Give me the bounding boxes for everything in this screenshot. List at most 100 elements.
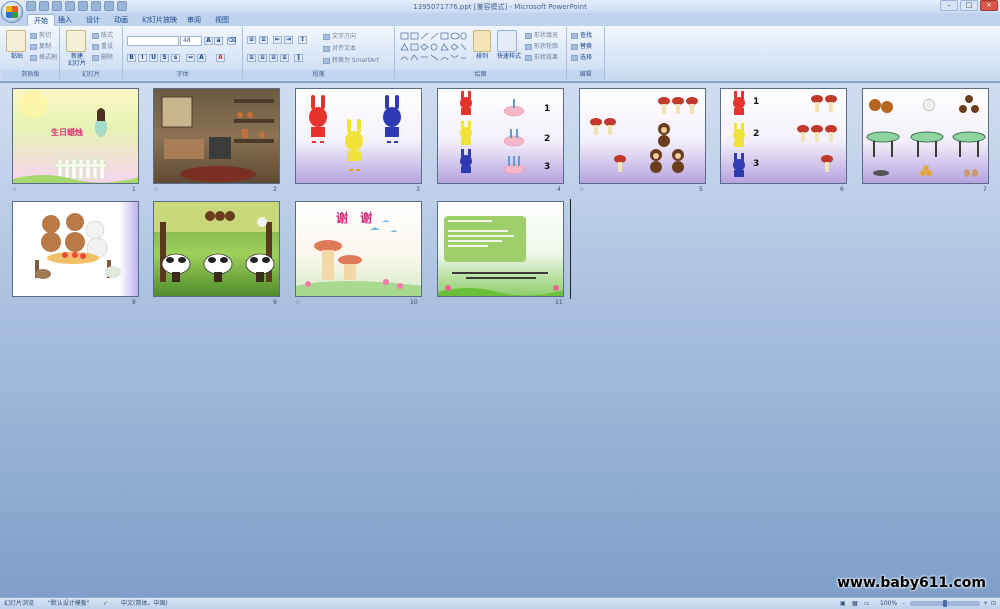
select-button[interactable]: 选择 [571, 52, 592, 61]
line-spacing-icon[interactable]: ↕ [298, 36, 307, 44]
slide-thumbnail-5[interactable] [579, 88, 706, 184]
status-bar: 幻灯片浏览 "默认设计模板" ✓ 中文(简体，中国) ▣ ▦ ▭ 100% – … [0, 597, 1000, 609]
slide-4-label-1: 1 [544, 104, 551, 114]
zoom-slider[interactable] [910, 600, 980, 607]
slide-thumbnail-6[interactable]: 1 2 3 [720, 88, 847, 184]
tab-animations[interactable]: 动画 [108, 14, 134, 26]
slide-thumbnail-9[interactable] [153, 201, 280, 297]
layout-button[interactable]: 版式 [92, 30, 113, 39]
close-button[interactable]: × [980, 0, 998, 11]
underline-icon[interactable]: U [149, 54, 158, 62]
strikethrough-icon[interactable]: S [160, 54, 169, 62]
align-text-button[interactable]: 对齐文本 [323, 43, 356, 52]
quick-styles-button[interactable]: 快速样式 [492, 53, 526, 60]
paste-button[interactable]: 粘贴 [5, 53, 29, 60]
tab-review[interactable]: 审阅 [181, 14, 207, 26]
convert-smartart-button[interactable]: 转换为 SmartArt [323, 55, 379, 64]
shapes-gallery[interactable] [399, 31, 467, 65]
slide-thumbnail-3[interactable] [295, 88, 422, 184]
slides-group: 新建 幻灯片 版式 重设 删除 幻灯片 [60, 27, 123, 80]
zoom-slider-knob[interactable] [943, 600, 947, 607]
grow-font-icon[interactable]: A [204, 37, 213, 45]
tab-home[interactable]: 开始 [27, 14, 55, 26]
transition-icon[interactable]: ☆ [295, 299, 300, 306]
bullets-icon[interactable]: ≡ [247, 36, 256, 44]
increase-indent-icon[interactable]: ⇥ [284, 36, 293, 44]
arrange-icon[interactable] [473, 30, 491, 52]
align-right-icon[interactable]: ≡ [269, 54, 278, 62]
text-direction-button[interactable]: 文字方向 [323, 31, 356, 40]
shape-outline-button[interactable]: 形状轮廓 [525, 41, 558, 50]
title-bar: 1395071776.ppt [兼容模式] - Microsoft PowerP… [0, 0, 1000, 13]
slide-number: 4 [557, 186, 561, 193]
slide-1-title: 生日蜡烛 [51, 128, 83, 137]
tab-design[interactable]: 设计 [80, 14, 106, 26]
new-slide-button[interactable]: 新建 幻灯片 [62, 53, 92, 67]
transition-icon[interactable]: ☆ [153, 186, 158, 193]
align-center-icon[interactable]: ≡ [258, 54, 267, 62]
shrink-font-icon[interactable]: a [214, 37, 223, 45]
slide-thumbnail-8[interactable] [12, 201, 139, 297]
columns-icon[interactable]: ‖ [294, 54, 303, 62]
font-color-icon[interactable]: A [216, 54, 225, 62]
tab-slideshow[interactable]: 幻灯片放映 [136, 14, 183, 26]
tab-view[interactable]: 视图 [209, 14, 235, 26]
change-case-icon[interactable]: A [197, 54, 206, 62]
slide-sorter: 生日蜡烛 ☆ 1 ☆ 2 3 1 2 3 4 ☆ 5 1 2 3 6 7 8 9… [0, 83, 1000, 597]
clear-format-icon[interactable]: ⌫ [227, 37, 236, 45]
replace-button[interactable]: 替换 [571, 41, 592, 50]
reset-button[interactable]: 重设 [92, 41, 113, 50]
slide-thumbnail-1[interactable]: 生日蜡烛 [12, 88, 139, 184]
status-language[interactable]: 中文(简体，中国) [121, 598, 168, 609]
font-size-combo[interactable]: 48 [180, 36, 202, 46]
copy-button[interactable]: 复制 [30, 41, 51, 50]
shadow-icon[interactable]: s [171, 54, 180, 62]
delete-button[interactable]: 删除 [92, 52, 113, 61]
office-button[interactable] [1, 1, 23, 23]
slide-thumbnail-7[interactable] [862, 88, 989, 184]
slide-sorter-view-icon[interactable]: ▦ [852, 598, 858, 609]
zoom-percent[interactable]: 100% [880, 598, 897, 609]
decrease-indent-icon[interactable]: ⇤ [273, 36, 282, 44]
maximize-button[interactable]: □ [960, 0, 978, 11]
zoom-out-icon[interactable]: – [902, 598, 905, 609]
drawing-group-label: 绘图 [395, 70, 566, 80]
slide-number: 10 [410, 299, 418, 306]
spellcheck-icon[interactable]: ✓ [103, 598, 108, 609]
justify-icon[interactable]: ≡ [280, 54, 289, 62]
slide-2-art [161, 96, 274, 182]
shape-fill-button[interactable]: 形状填充 [525, 30, 558, 39]
italic-icon[interactable]: I [138, 54, 147, 62]
slideshow-view-icon[interactable]: ▭ [864, 598, 870, 609]
binoculars-icon [571, 32, 578, 39]
bold-icon[interactable]: B [127, 54, 136, 62]
quick-styles-icon[interactable] [497, 30, 517, 52]
new-slide-icon[interactable] [66, 30, 86, 52]
font-name-combo[interactable] [127, 36, 179, 46]
paste-icon[interactable] [6, 30, 26, 52]
cut-button[interactable]: 剪切 [30, 30, 51, 39]
status-theme[interactable]: "默认设计模板" [48, 598, 90, 609]
slide-number: 8 [132, 299, 136, 306]
normal-view-icon[interactable]: ▣ [840, 598, 846, 609]
slide-thumbnail-2[interactable] [153, 88, 280, 184]
slide-thumbnail-10[interactable]: 谢 谢 [295, 201, 422, 297]
fit-window-icon[interactable]: ⊡ [991, 598, 996, 609]
numbering-icon[interactable]: ≡ [259, 36, 268, 44]
find-button[interactable]: 查找 [571, 30, 592, 39]
char-spacing-icon[interactable]: ↔ [186, 54, 195, 62]
text-direction-icon [323, 33, 330, 40]
tab-insert[interactable]: 插入 [52, 14, 78, 26]
zoom-in-icon[interactable]: + [983, 598, 988, 609]
watermark: www.baby611.com [837, 575, 986, 591]
slide-thumbnail-11[interactable] [437, 201, 564, 297]
arrange-button[interactable]: 排列 [471, 53, 493, 60]
transition-icon[interactable]: ☆ [12, 186, 17, 193]
minimize-button[interactable]: – [940, 0, 958, 11]
shape-effects-button[interactable]: 形状效果 [525, 52, 558, 61]
format-painter-button[interactable]: 格式刷 [30, 52, 57, 61]
slide-thumbnail-4[interactable]: 1 2 3 [437, 88, 564, 184]
transition-icon[interactable]: ☆ [579, 186, 584, 193]
slide-9-art [154, 202, 279, 282]
align-left-icon[interactable]: ≡ [247, 54, 256, 62]
